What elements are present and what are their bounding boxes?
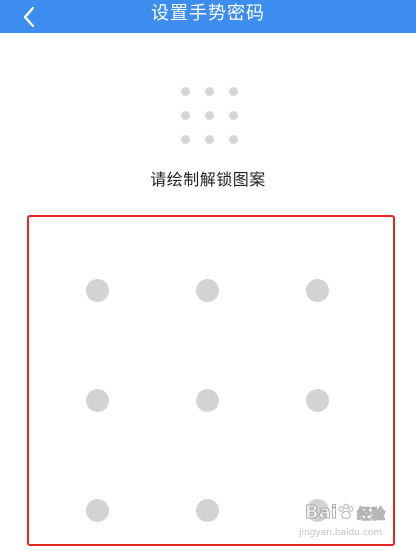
pattern-node-8[interactable] <box>196 499 219 522</box>
pattern-node-7[interactable] <box>86 499 109 522</box>
preview-dot <box>205 111 214 120</box>
header-bar: 设置手势密码 <box>0 0 416 33</box>
pattern-preview <box>181 87 238 144</box>
pattern-node-6[interactable] <box>306 389 329 412</box>
pattern-node-4[interactable] <box>86 389 109 412</box>
preview-dot <box>229 87 238 96</box>
preview-dot <box>181 111 190 120</box>
pattern-node-1[interactable] <box>86 279 109 302</box>
page-title: 设置手势密码 <box>151 3 265 24</box>
preview-dot <box>181 87 190 96</box>
preview-dot <box>205 135 214 144</box>
watermark-url: jingyan.baidu.com <box>299 528 383 538</box>
pattern-node-3[interactable] <box>306 279 329 302</box>
baidu-jingyan-watermark: Bai 经验 jingyan.baidu.com <box>299 500 411 545</box>
watermark-suffix: 经验 <box>357 507 386 524</box>
preview-dot <box>205 87 214 96</box>
preview-dot <box>229 111 238 120</box>
preview-dot <box>181 135 190 144</box>
watermark-brand: Bai <box>304 502 338 524</box>
pattern-node-5[interactable] <box>196 389 219 412</box>
paw-logo-icon <box>338 503 354 520</box>
pattern-node-2[interactable] <box>196 279 219 302</box>
gesture-pattern-area[interactable] <box>27 215 395 546</box>
draw-pattern-prompt: 请绘制解锁图案 <box>150 170 266 189</box>
preview-dot <box>229 135 238 144</box>
